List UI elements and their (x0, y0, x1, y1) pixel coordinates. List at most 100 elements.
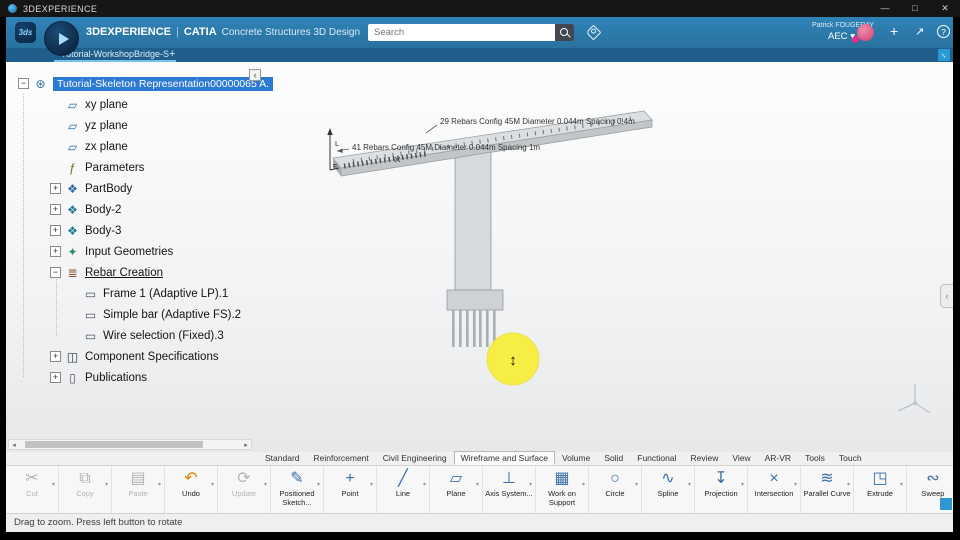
ribbon-tab-reinforcement[interactable]: Reinforcement (307, 451, 376, 465)
tree-item-label[interactable]: Simple bar (Adaptive FS).2 (103, 309, 241, 321)
chevron-down-icon[interactable]: ▾ (688, 481, 691, 488)
right-panel-handle[interactable]: ‹ (940, 284, 953, 308)
chevron-down-icon[interactable]: ▾ (741, 481, 744, 488)
collapse-tree-button[interactable]: ‹ (249, 69, 261, 81)
tree-item-label[interactable]: Parameters (85, 162, 144, 174)
expand-viewport-button[interactable]: ↔ (938, 49, 950, 61)
tree-expander[interactable]: + (50, 246, 61, 257)
tree-item-label[interactable]: xy plane (85, 99, 128, 111)
ribbon-tab-volume[interactable]: Volume (555, 451, 597, 465)
chevron-down-icon[interactable]: ▾ (52, 481, 55, 488)
workspace-selector[interactable]: AEC ▾ (828, 31, 855, 42)
chevron-down-icon[interactable]: ▾ (370, 481, 373, 488)
tree-item-label[interactable]: PartBody (85, 183, 132, 195)
chevron-down-icon[interactable]: ▾ (423, 481, 426, 488)
ribbon-tab-civil-engineering[interactable]: Civil Engineering (376, 451, 454, 465)
chevron-down-icon[interactable]: ▾ (105, 481, 108, 488)
search-bar[interactable] (368, 24, 574, 41)
search-input[interactable] (368, 24, 555, 41)
ribbon-tab-touch[interactable]: Touch (832, 451, 869, 465)
extrude-button[interactable]: ◳ ▾ Extrude (854, 466, 907, 513)
minimize-button[interactable]: — (870, 0, 900, 17)
chevron-down-icon[interactable]: ▾ (582, 481, 585, 488)
work-on-support-button[interactable]: ▦ ▾ Work on Support (536, 466, 589, 513)
chevron-down-icon[interactable]: ▾ (900, 481, 903, 488)
positioned-sketch-button[interactable]: ✎ ▾ Positioned Sketch... (271, 466, 324, 513)
add-content-button[interactable]: + (890, 23, 898, 39)
annotation-rebar-config-1[interactable]: 29 Rebars Config 45M Diameter 0.044m Spa… (440, 117, 635, 126)
intersection-button[interactable]: × ▾ Intersection (748, 466, 801, 513)
chevron-down-icon[interactable]: ▾ (158, 481, 161, 488)
scroll-right-icon[interactable]: ▸ (241, 441, 251, 449)
tree-item[interactable]: + ◫ Component Specifications (6, 346, 306, 367)
search-icon[interactable] (555, 24, 574, 41)
chevron-down-icon[interactable]: ▾ (529, 481, 532, 488)
tree-item[interactable]: ▱ yz plane (6, 115, 306, 136)
tree-item[interactable]: ▭ Simple bar (Adaptive FS).2 (6, 304, 306, 325)
pier-footing[interactable] (446, 289, 504, 311)
tree-item-label[interactable]: Frame 1 (Adaptive LP).1 (103, 288, 228, 300)
tree-item[interactable]: ▭ Frame 1 (Adaptive LP).1 (6, 283, 306, 304)
tree-item[interactable]: ▭ Wire selection (Fixed).3 (6, 325, 306, 346)
tree-expander[interactable]: + (50, 225, 61, 236)
annotation-rebar-config-2[interactable]: 41 Rebars Config 45M Diameter 0.044m Spa… (352, 143, 540, 152)
tree-item[interactable]: ƒ Parameters (6, 157, 306, 178)
tree-item[interactable]: ▱ zx plane (6, 136, 306, 157)
tree-item[interactable]: + ▯ Publications (6, 367, 306, 388)
user-avatar[interactable] (857, 24, 874, 41)
tree-expander[interactable]: + (50, 372, 61, 383)
tree-item[interactable]: + ❖ Body-2 (6, 199, 306, 220)
axis-system-button[interactable]: ⊥ ▾ Axis System... (483, 466, 536, 513)
3ds-logo[interactable]: 3ds (15, 22, 36, 43)
tree-expander[interactable]: − (50, 267, 61, 278)
pier-column[interactable] (454, 151, 492, 291)
chevron-down-icon[interactable]: ▾ (847, 481, 850, 488)
scrollbar-track[interactable] (19, 440, 241, 449)
tree-item[interactable]: ▱ xy plane (6, 94, 306, 115)
tree-item-label[interactable]: Body-3 (85, 225, 121, 237)
new-tab-button[interactable]: + (169, 48, 175, 61)
chevron-down-icon[interactable]: ▾ (264, 481, 267, 488)
ribbon-tab-ar-vr[interactable]: AR-VR (758, 451, 798, 465)
tree-item-label[interactable]: Body-2 (85, 204, 121, 216)
tree-expander[interactable]: − (18, 78, 29, 89)
view-compass-triad[interactable] (897, 384, 931, 414)
close-button[interactable]: ✕ (930, 0, 960, 17)
tree-item[interactable]: + ❖ PartBody (6, 178, 306, 199)
ribbon-tab-standard[interactable]: Standard (258, 451, 307, 465)
ribbon-tab-tools[interactable]: Tools (798, 451, 832, 465)
spline-button[interactable]: ∿ ▾ Spline (642, 466, 695, 513)
point-button[interactable]: + ▾ Point (324, 466, 377, 513)
viewport-area[interactable]: 29 Rebars Config 45M Diameter 0.044m Spa… (6, 62, 953, 452)
scrollbar-thumb[interactable] (25, 441, 203, 448)
tree-root[interactable]: − ⊛ Tutorial-Skeleton Representation0000… (6, 73, 306, 94)
tree-item[interactable]: + ❖ Body-3 (6, 220, 306, 241)
ribbon-tab-view[interactable]: View (725, 451, 757, 465)
tree-horizontal-scrollbar[interactable]: ◂ ▸ (8, 439, 252, 450)
tree-expander[interactable]: + (50, 183, 61, 194)
chevron-down-icon[interactable]: ▾ (794, 481, 797, 488)
tree-item[interactable]: + ✦ Input Geometries (6, 241, 306, 262)
ribbon-tab-review[interactable]: Review (683, 451, 725, 465)
ribbon-tab-solid[interactable]: Solid (597, 451, 630, 465)
circle-button[interactable]: ○ ▾ Circle (589, 466, 642, 513)
action-bar-overflow-button[interactable] (940, 498, 952, 510)
projection-button[interactable]: ↧ ▾ Projection (695, 466, 748, 513)
line-button[interactable]: ╱ ▾ Line (377, 466, 430, 513)
chevron-down-icon[interactable]: ▾ (635, 481, 638, 488)
scroll-left-icon[interactable]: ◂ (9, 441, 19, 449)
tree-expander[interactable]: + (50, 351, 61, 362)
ribbon-tab-functional[interactable]: Functional (630, 451, 683, 465)
parallel-curve-button[interactable]: ≋ ▾ Parallel Curve (801, 466, 854, 513)
share-icon[interactable]: ↗ (915, 25, 924, 38)
tree-item-label[interactable]: zx plane (85, 141, 128, 153)
compass-button[interactable] (44, 21, 79, 56)
chevron-down-icon[interactable]: ▾ (476, 481, 479, 488)
tree-item-label[interactable]: Wire selection (Fixed).3 (103, 330, 224, 342)
tag-icon[interactable] (585, 24, 602, 41)
maximize-button[interactable]: □ (900, 0, 930, 17)
tree-item[interactable]: − ≣ Rebar Creation (6, 262, 306, 283)
tree-item-label[interactable]: Publications (85, 372, 147, 384)
chevron-down-icon[interactable]: ▾ (211, 481, 214, 488)
tree-root-label[interactable]: Tutorial-Skeleton Representation00000065… (53, 76, 274, 91)
